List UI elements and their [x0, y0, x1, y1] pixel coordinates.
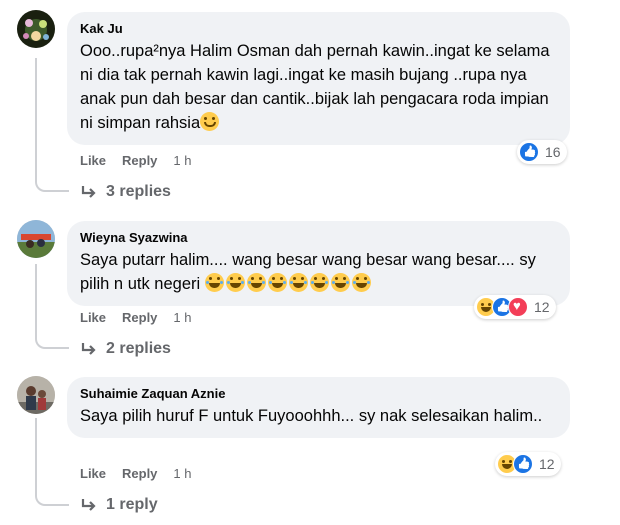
avatar[interactable] — [17, 10, 55, 48]
reply-button[interactable]: Reply — [122, 466, 157, 482]
view-replies-button[interactable]: 1 reply — [80, 496, 158, 514]
reply-arrow-icon — [80, 496, 98, 514]
comment-timestamp[interactable]: 1 h — [173, 466, 191, 482]
thread-line — [35, 58, 37, 180]
comment-author[interactable]: Suhaimie Zaquan Aznie — [80, 386, 557, 402]
tears-of-joy-icon — [204, 273, 224, 292]
view-replies-button[interactable]: 3 replies — [80, 183, 171, 201]
avatar-image — [17, 220, 55, 258]
comment-text-body: Ooo..rupa²nya Halim Osman dah pernah kaw… — [80, 42, 550, 132]
like-reaction-icon — [513, 454, 533, 474]
thread-connector — [35, 335, 69, 349]
tears-of-joy-icon — [288, 273, 308, 292]
thread-line — [35, 264, 37, 337]
comment-timestamp[interactable]: 1 h — [173, 153, 191, 169]
comment-text: Saya pilih huruf F untuk Fuyooohhh... sy… — [80, 407, 543, 425]
like-button[interactable]: Like — [80, 310, 106, 326]
comment-author[interactable]: Wieyna Syazwina — [80, 230, 557, 246]
reply-button[interactable]: Reply — [122, 310, 157, 326]
avatar-image — [17, 376, 55, 414]
tears-of-joy-icon — [225, 273, 245, 292]
comment-actions: Like Reply 1 h — [80, 310, 192, 326]
comment-bubble: Kak Ju Ooo..rupa²nya Halim Osman dah per… — [67, 12, 570, 145]
avatar-image — [17, 10, 55, 48]
reaction-summary[interactable]: 12 — [495, 452, 561, 476]
comment-actions: Like Reply 1 h — [80, 153, 192, 169]
reaction-summary[interactable]: 16 — [517, 140, 567, 164]
comment-timestamp[interactable]: 1 h — [173, 310, 191, 326]
thread-connector — [35, 492, 69, 506]
tears-of-joy-icon — [267, 273, 287, 292]
avatar[interactable] — [17, 220, 55, 258]
reaction-summary[interactable]: 12 — [474, 295, 556, 319]
smiling-face-icon — [200, 112, 220, 131]
tears-of-joy-icon — [309, 273, 329, 292]
reaction-count: 16 — [545, 144, 561, 160]
avatar[interactable] — [17, 376, 55, 414]
love-reaction-icon — [508, 297, 528, 317]
tears-of-joy-icon — [330, 273, 350, 292]
comment-bubble: Wieyna Syazwina Saya putarr halim.... wa… — [67, 221, 570, 306]
replies-count-label: 1 reply — [106, 496, 158, 513]
reply-arrow-icon — [80, 183, 98, 201]
reaction-count: 12 — [534, 299, 550, 315]
replies-count-label: 2 replies — [106, 340, 171, 357]
reply-button[interactable]: Reply — [122, 153, 157, 169]
thread-connector — [35, 178, 69, 192]
like-button[interactable]: Like — [80, 466, 106, 482]
replies-count-label: 3 replies — [106, 183, 171, 200]
view-replies-button[interactable]: 2 replies — [80, 340, 171, 358]
comment-text: Saya putarr halim.... wang besar wang be… — [80, 248, 557, 296]
comment-actions: Like Reply 1 h — [80, 466, 192, 482]
comment-text: Ooo..rupa²nya Halim Osman dah pernah kaw… — [80, 39, 557, 135]
comment-bubble: Suhaimie Zaquan Aznie Saya pilih huruf F… — [67, 377, 570, 438]
like-reaction-icon — [519, 142, 539, 162]
tears-of-joy-icon — [351, 273, 371, 292]
comment-author[interactable]: Kak Ju — [80, 21, 557, 37]
reaction-count: 12 — [539, 456, 555, 472]
like-button[interactable]: Like — [80, 153, 106, 169]
tears-of-joy-icon — [246, 273, 266, 292]
thread-line — [35, 418, 37, 494]
reply-arrow-icon — [80, 340, 98, 358]
tears-of-joy-emoji-row — [204, 273, 373, 293]
